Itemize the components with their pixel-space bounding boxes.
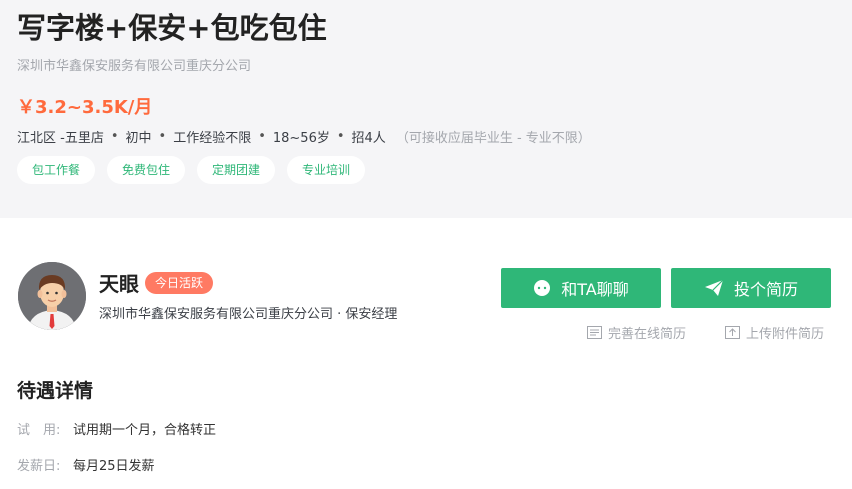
benefit-row: 试 用: 试用期一个月，合格转正 xyxy=(17,419,216,438)
avatar-illustration xyxy=(18,262,86,330)
separator: • xyxy=(336,129,345,144)
welfare-tag: 免费包住 xyxy=(107,156,186,184)
experience: 工作经验不限 xyxy=(173,131,252,146)
send-resume-label: 投个简历 xyxy=(733,280,798,299)
send-resume-button[interactable]: 投个简历 xyxy=(671,268,831,308)
active-status-badge: 今日活跃 xyxy=(145,272,214,294)
benefits-section-title: 待遇详情 xyxy=(17,380,94,402)
separator: • xyxy=(158,129,167,144)
upload-attachment-resume-link[interactable]: 上传附件简历 xyxy=(725,323,824,342)
upload-attachment-resume-label: 上传附件简历 xyxy=(746,327,825,342)
requirement-note: （可接收应届毕业生 - 专业不限） xyxy=(395,131,591,146)
age-range: 18~56岁 xyxy=(272,131,330,146)
benefit-label: 发薪日: xyxy=(17,459,61,474)
company-name[interactable]: 深圳市华鑫保安服务有限公司重庆分公司 xyxy=(17,55,251,74)
job-header: 写字楼+保安+包吃包住 深圳市华鑫保安服务有限公司重庆分公司 ￥3.2~3.5K… xyxy=(0,0,852,218)
headcount: 招4人 xyxy=(351,131,386,146)
benefit-value: 每月25日发薪 xyxy=(73,459,155,474)
chat-button-label: 和TA聊聊 xyxy=(561,280,629,299)
welfare-tag: 专业培训 xyxy=(287,156,366,184)
education: 初中 xyxy=(125,131,152,146)
location: 江北区 -五里店 xyxy=(17,131,104,146)
welfare-tag: 包工作餐 xyxy=(17,156,96,184)
separator: • xyxy=(258,129,266,144)
job-info: 江北区 -五里店 • 初中 • 工作经验不限 • 18~56岁 • 招4人 （可… xyxy=(17,127,591,146)
recruiter-name: 天眼 xyxy=(99,272,139,296)
complete-online-resume-link[interactable]: 完善在线简历 xyxy=(587,323,686,342)
benefit-label: 试 用: xyxy=(17,423,61,438)
upload-icon xyxy=(725,326,740,339)
recruiter-avatar xyxy=(18,262,86,330)
benefit-value: 试用期一个月，合格转正 xyxy=(73,423,217,438)
chat-bubble-icon xyxy=(534,280,551,296)
welfare-tag: 定期团建 xyxy=(197,156,276,184)
separator: • xyxy=(110,129,119,144)
benefit-row: 发薪日: 每月25日发薪 xyxy=(17,455,155,474)
paper-plane-icon xyxy=(704,279,724,296)
complete-online-resume-label: 完善在线简历 xyxy=(608,327,687,342)
job-title: 写字楼+保安+包吃包住 xyxy=(17,11,327,45)
resume-document-icon xyxy=(587,326,602,339)
recruiter-company-role: 深圳市华鑫保安服务有限公司重庆分公司 · 保安经理 xyxy=(99,307,398,322)
salary: ￥3.2~3.5K/月 xyxy=(17,97,153,118)
chat-button[interactable]: 和TA聊聊 xyxy=(501,268,661,308)
welfare-tags: 包工作餐 免费包住 定期团建 专业培训 xyxy=(17,156,366,184)
